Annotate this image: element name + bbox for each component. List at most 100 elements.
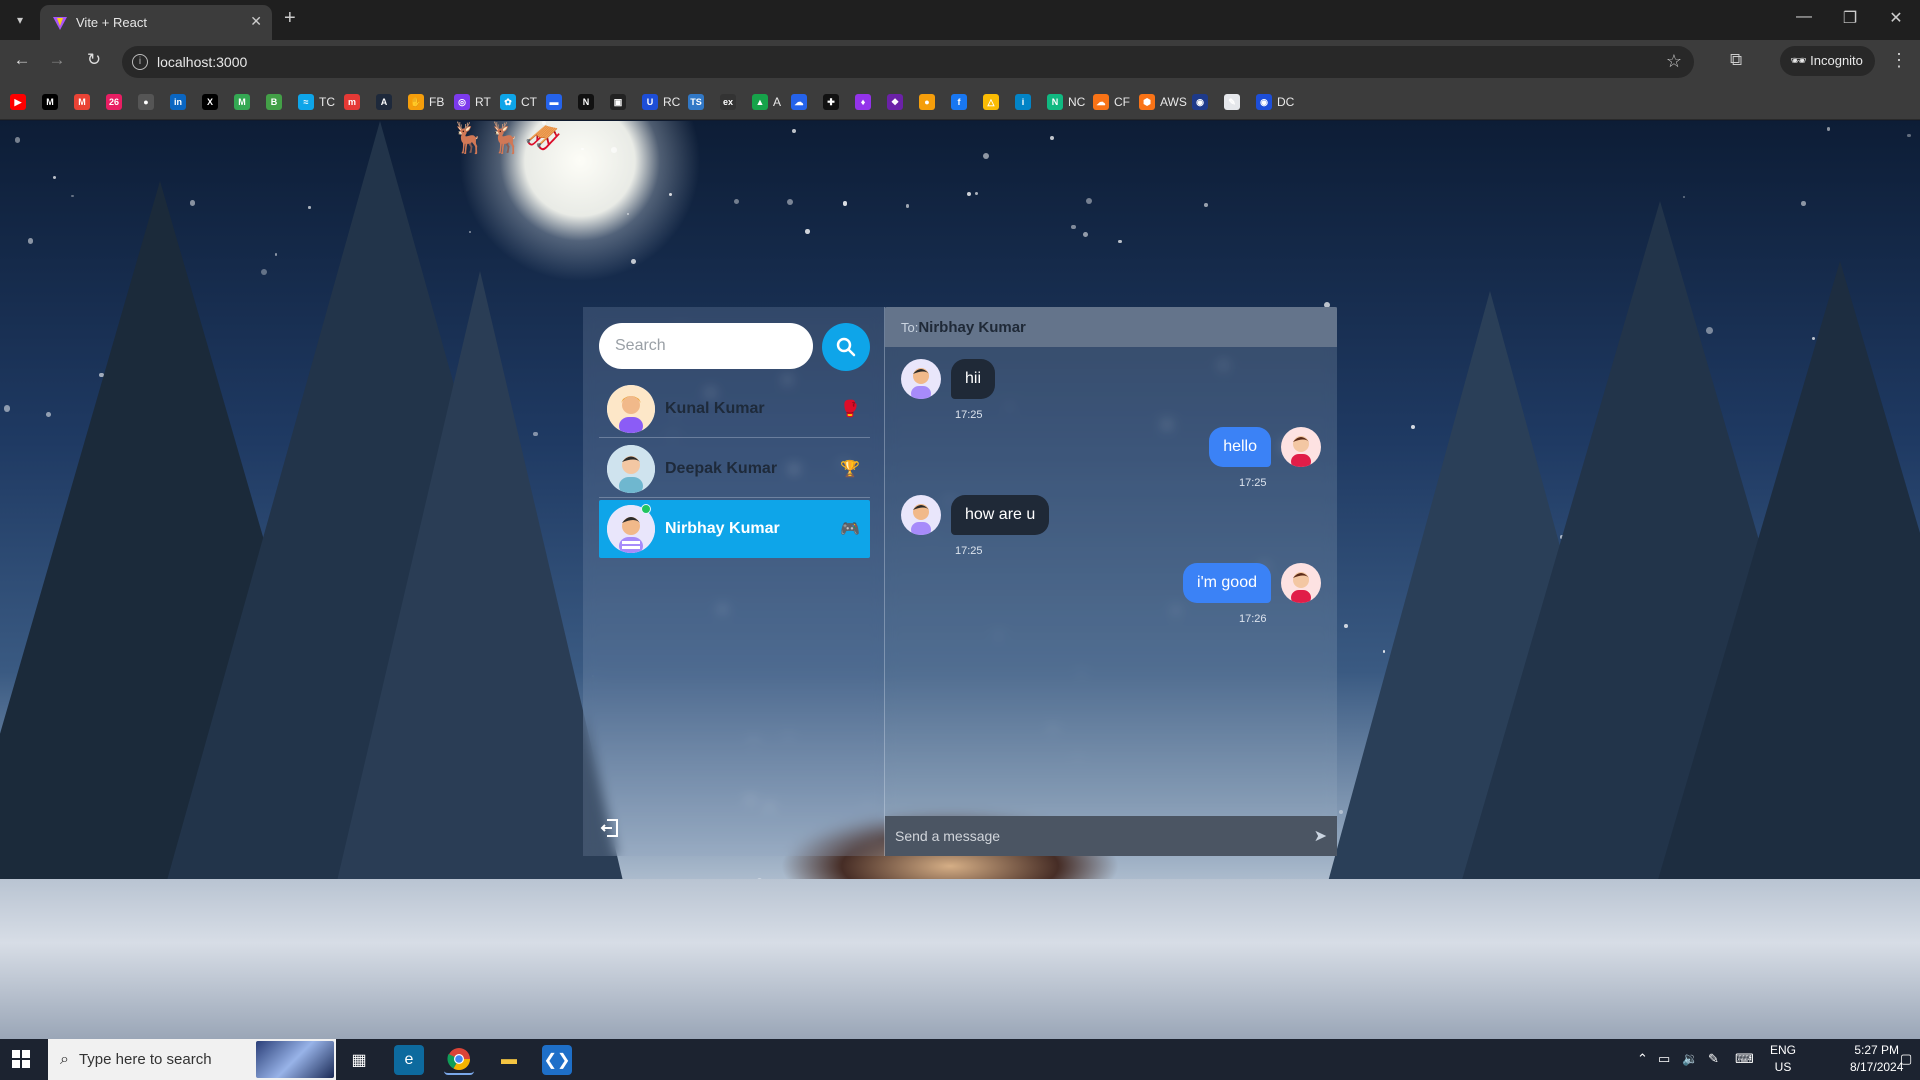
bookmark-flag[interactable]: ▬	[546, 93, 562, 111]
send-icon[interactable]: ➤	[1314, 826, 1327, 846]
bookmark-star-icon[interactable]: ☆	[1666, 51, 1682, 72]
bookmark-cloud[interactable]: ☁	[791, 93, 807, 111]
edge-icon[interactable]: e	[394, 1045, 424, 1075]
bookmark-rt[interactable]: ◎ RT	[454, 93, 491, 111]
snowflake	[1826, 127, 1831, 131]
tray-chevron-icon[interactable]: ⌃	[1637, 1051, 1648, 1067]
bookmark-aws[interactable]: ⬢ AWS	[1139, 93, 1187, 111]
file-explorer-icon[interactable]: ▬	[494, 1045, 524, 1075]
bookmark-puzzle[interactable]: ✚	[823, 93, 839, 111]
bookmark-github[interactable]: ●	[138, 93, 154, 111]
bookmark-label: A	[773, 95, 782, 109]
bookmark-rc[interactable]: U RC	[642, 93, 680, 111]
nc-icon: N	[1047, 94, 1063, 110]
search-input[interactable]	[599, 323, 813, 369]
incognito-badge[interactable]: 🕶 Incognito	[1780, 46, 1875, 76]
incognito-label: Incognito	[1810, 53, 1863, 68]
bookmark-bug[interactable]: ◉	[1192, 93, 1208, 111]
tab-close-icon[interactable]: ✕	[250, 13, 262, 30]
bookmark-fb-hand[interactable]: ✋ FB	[408, 93, 444, 111]
a-icon: A	[376, 94, 392, 110]
logout-icon[interactable]	[599, 817, 621, 845]
bookmark-n[interactable]: N	[578, 93, 594, 111]
bookmark-a-leaf[interactable]: ▲ A	[752, 93, 781, 111]
forward-icon[interactable]: →	[45, 50, 69, 70]
site-info-icon[interactable]: i	[132, 54, 148, 70]
keyboard-icon[interactable]: ⌨	[1735, 1051, 1754, 1067]
taskbar-search-placeholder: Type here to search	[78, 1051, 212, 1068]
back-icon[interactable]: ←	[10, 50, 34, 70]
bookmark-dc[interactable]: ◉ DC	[1256, 93, 1294, 111]
snowflake	[1085, 197, 1093, 204]
tab-search-chevron-icon[interactable]: ▾	[8, 8, 32, 32]
bookmark-ex[interactable]: ex	[720, 93, 736, 111]
bookmark-medium[interactable]: M	[42, 93, 58, 111]
restore-icon[interactable]: ❐	[1838, 8, 1862, 28]
windows-start-icon[interactable]	[12, 1050, 30, 1073]
reload-icon[interactable]: ↻	[82, 50, 106, 70]
bookmarks-bar: ▶ M M 26 ● in X M B ≈ TC m A ✋ FB ◎ RT ✿ CT ▬ N ▣ U RC TS ex ▲ A ☁ ✚ ♦…	[0, 84, 1920, 120]
message-input[interactable]	[895, 828, 1314, 844]
contact-item[interactable]: Kunal Kumar 🥊	[599, 380, 870, 438]
bookmark-cf[interactable]: ☁ CF	[1093, 93, 1130, 111]
bookmark-nc[interactable]: N NC	[1047, 93, 1085, 111]
bookmark-person[interactable]: ●	[919, 93, 935, 111]
snowflake	[14, 137, 20, 143]
bookmark-ts[interactable]: TS	[688, 93, 704, 111]
new-tab-icon[interactable]: +	[284, 7, 296, 30]
vscode-icon[interactable]: ❮❯	[542, 1045, 572, 1075]
trophy-icon: 🏆	[840, 460, 860, 478]
browser-tab-bar: ▾ Vite + React ✕ + — ❐ ✕	[0, 0, 1920, 40]
language-indicator[interactable]: ENG US	[1770, 1042, 1796, 1076]
bookmark-pen[interactable]: ✎	[1224, 93, 1240, 111]
bookmark-linkedin[interactable]: in	[170, 93, 186, 111]
bookmark-facebook[interactable]: f	[951, 93, 967, 111]
bookmark-gmail[interactable]: M	[74, 93, 90, 111]
cloud-icon: ☁	[791, 94, 807, 110]
clock[interactable]: 5:27 PM 8/17/2024	[1850, 1042, 1903, 1076]
window-close-icon[interactable]: ✕	[1884, 8, 1908, 28]
contact-item-active[interactable]: Nirbhay Kumar 🎮	[599, 500, 870, 558]
red-icon: m	[344, 94, 360, 110]
bookmark-octo[interactable]: ❖	[887, 93, 903, 111]
bookmark-youtube[interactable]: ▶	[10, 93, 26, 111]
bookmark-info[interactable]: i	[1015, 93, 1031, 111]
bookmark-x[interactable]: X	[202, 93, 218, 111]
bookmark-drive[interactable]: △	[983, 93, 999, 111]
address-bar[interactable]: i localhost:3000 ☆	[122, 46, 1694, 78]
cf-icon: ☁	[1093, 94, 1109, 110]
linkedin-icon: in	[170, 94, 186, 110]
bookmark-label: FB	[429, 95, 445, 109]
pen-icon: ✎	[1224, 94, 1240, 110]
pen-icon[interactable]: ✎	[1708, 1051, 1719, 1067]
menu-kebab-icon[interactable]: ⋮	[1890, 50, 1908, 71]
bookmark-tc[interactable]: ≈ TC	[298, 93, 335, 111]
minimize-icon[interactable]: —	[1792, 8, 1816, 26]
tab-title: Vite + React	[76, 15, 147, 30]
task-view-icon[interactable]: ▦	[344, 1045, 374, 1075]
chrome-icon[interactable]	[444, 1045, 474, 1075]
snowflake	[52, 175, 57, 180]
browser-tab[interactable]: Vite + React ✕	[40, 5, 272, 40]
santa-sleigh-image: 🦌🦌🛷	[450, 122, 563, 155]
search-button[interactable]	[822, 323, 870, 371]
battery-icon[interactable]: ▭	[1658, 1051, 1670, 1067]
search-form	[599, 323, 870, 371]
notifications-icon[interactable]: ▢	[1900, 1051, 1912, 1067]
contact-item[interactable]: Deepak Kumar 🏆	[599, 440, 870, 498]
fb-hand-icon: ✋	[408, 94, 424, 110]
bookmark-mic[interactable]: ♦	[855, 93, 871, 111]
bookmark-ct[interactable]: ✿ CT	[500, 93, 537, 111]
bookmark-a[interactable]: A	[376, 93, 392, 111]
taskbar-search[interactable]: ⌕ Type here to search	[48, 1039, 336, 1080]
volume-icon[interactable]: 🔉	[1682, 1051, 1698, 1067]
bookmark-briefcase[interactable]: ▣	[610, 93, 626, 111]
bookmark-red[interactable]: m	[344, 93, 360, 111]
url-text[interactable]: localhost:3000	[157, 54, 247, 70]
bookmark-gmail[interactable]: M	[234, 93, 250, 111]
extensions-icon[interactable]: ⧉	[1730, 50, 1742, 70]
bookmark-calendar[interactable]: 26	[106, 93, 122, 111]
message-incoming: hii	[901, 359, 996, 399]
bookmark-b[interactable]: B	[266, 93, 282, 111]
bookmark-label: RT	[475, 95, 491, 109]
